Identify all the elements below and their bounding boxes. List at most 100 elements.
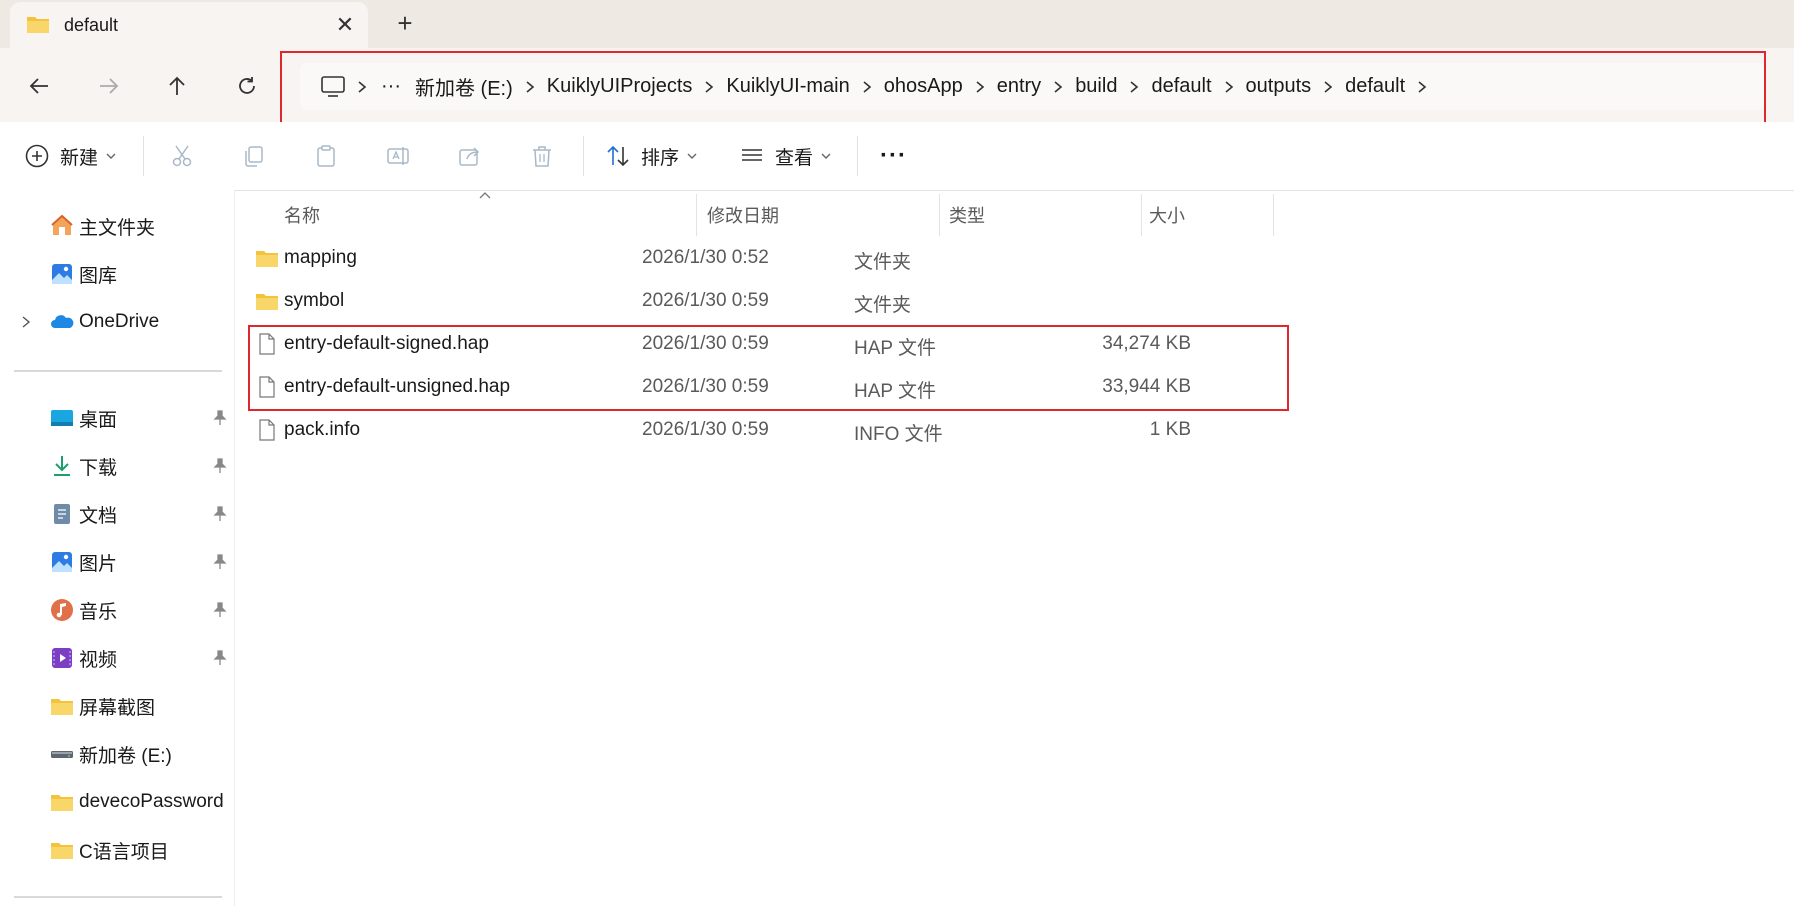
navigation-pane: 主文件夹 图库 OneDrive 桌面 下载 文档 图片 音乐 视频 屏幕截图 … <box>0 190 235 906</box>
column-divider[interactable] <box>939 194 940 236</box>
breadcrumb-item[interactable]: KuiklyUIProjects <box>546 75 694 98</box>
pin-icon[interactable] <box>212 554 228 570</box>
back-button[interactable] <box>22 69 56 103</box>
sidebar-item-label: OneDrive <box>79 311 160 332</box>
sort-ascending-icon <box>479 192 491 199</box>
file-modified: 2026/1/30 0:59 <box>642 290 769 311</box>
sidebar-item-screenshots[interactable]: 屏幕截图 <box>0 687 230 725</box>
breadcrumb-item[interactable]: default <box>1150 75 1212 98</box>
breadcrumb: ··· 新加卷 (E:) KuiklyUIProjects KuiklyUI-m… <box>300 63 1438 110</box>
breadcrumb-item[interactable]: ohosApp <box>883 75 964 98</box>
rename-button[interactable] <box>385 136 411 176</box>
file-size: 33,944 KB <box>1102 376 1191 397</box>
chevron-right-icon[interactable] <box>851 80 883 94</box>
sidebar-item-devecopassword[interactable]: devecoPassword <box>0 783 230 821</box>
up-button[interactable] <box>160 69 194 103</box>
file-list: 名称 修改日期 类型 大小 mapping 2026/1/30 0:52 文件夹… <box>235 190 1794 906</box>
list-view-icon <box>742 149 762 161</box>
file-name: entry-default-unsigned.hap <box>284 376 511 397</box>
tab-default[interactable]: default ✕ <box>10 2 368 48</box>
pin-icon[interactable] <box>212 602 228 618</box>
navigation-bar: ··· 新加卷 (E:) KuiklyUIProjects KuiklyUI-m… <box>0 48 1794 122</box>
chevron-right-icon[interactable] <box>1312 80 1344 94</box>
computer-icon[interactable] <box>320 75 346 99</box>
sort-button[interactable]: 排序 <box>605 136 697 176</box>
chevron-right-icon[interactable] <box>346 80 378 94</box>
column-header-modified[interactable]: 修改日期 <box>707 202 779 228</box>
pin-icon[interactable] <box>212 410 228 426</box>
plus-circle-icon <box>25 144 49 168</box>
view-button-label: 查看 <box>775 147 814 169</box>
chevron-right-icon[interactable] <box>1118 80 1150 94</box>
refresh-button[interactable] <box>230 69 264 103</box>
sidebar-item-downloads[interactable]: 下载 <box>0 447 230 485</box>
sidebar-item-label: 主文件夹 <box>79 217 156 239</box>
sidebar-item-drive-e[interactable]: 新加卷 (E:) <box>0 735 230 773</box>
file-row[interactable]: symbol 2026/1/30 0:59 文件夹 <box>255 281 1315 321</box>
share-button[interactable] <box>457 136 483 176</box>
file-icon <box>259 376 275 398</box>
sidebar-item-desktop[interactable]: 桌面 <box>0 399 230 437</box>
sidebar-item-label: 视频 <box>79 649 118 671</box>
chevron-right-icon[interactable] <box>514 80 546 94</box>
sidebar-item-label: 文档 <box>79 505 118 527</box>
copy-button[interactable] <box>241 136 267 176</box>
breadcrumb-overflow[interactable]: ··· <box>378 75 404 98</box>
new-tab-button[interactable]: + <box>390 8 420 38</box>
column-divider[interactable] <box>1141 194 1142 236</box>
breadcrumb-item[interactable]: 新加卷 (E:) <box>414 72 514 101</box>
pin-icon[interactable] <box>212 650 228 666</box>
sidebar-item-videos[interactable]: 视频 <box>0 639 230 677</box>
home-icon <box>51 214 73 235</box>
view-button[interactable]: 查看 <box>739 136 831 176</box>
chevron-right-icon[interactable] <box>964 80 996 94</box>
file-row[interactable]: pack.info 2026/1/30 0:59 INFO 文件 1 KB <box>255 410 1315 450</box>
new-button[interactable]: 新建 <box>24 136 116 176</box>
sidebar-item-home[interactable]: 主文件夹 <box>0 207 230 245</box>
column-divider[interactable] <box>1273 194 1274 236</box>
sidebar-item-c-projects[interactable]: C语言项目 <box>0 831 230 869</box>
breadcrumb-item[interactable]: KuiklyUI-main <box>725 75 850 98</box>
toolbar-divider <box>583 136 584 176</box>
sidebar-item-documents[interactable]: 文档 <box>0 495 230 533</box>
sidebar-item-music[interactable]: 音乐 <box>0 591 230 629</box>
new-button-label: 新建 <box>60 147 99 169</box>
download-icon <box>54 456 70 476</box>
file-name: mapping <box>284 247 357 268</box>
breadcrumb-item[interactable]: entry <box>996 75 1042 98</box>
forward-button[interactable] <box>92 69 126 103</box>
chevron-right-icon[interactable] <box>693 80 725 94</box>
column-divider[interactable] <box>696 194 697 236</box>
column-header-size[interactable]: 大小 <box>1149 202 1185 228</box>
address-bar[interactable]: ··· 新加卷 (E:) KuiklyUIProjects KuiklyUI-m… <box>300 63 1764 110</box>
file-row[interactable]: entry-default-unsigned.hap 2026/1/30 0:5… <box>255 367 1315 407</box>
close-tab-button[interactable]: ✕ <box>330 10 360 40</box>
file-size: 34,274 KB <box>1102 333 1191 354</box>
chevron-right-icon[interactable] <box>20 315 32 329</box>
sidebar-item-pictures[interactable]: 图片 <box>0 543 230 581</box>
breadcrumb-item[interactable]: outputs <box>1245 75 1313 98</box>
sidebar-item-label: 屏幕截图 <box>79 697 156 719</box>
cut-button[interactable] <box>169 136 195 176</box>
chevron-right-icon[interactable] <box>1042 80 1074 94</box>
pin-icon[interactable] <box>212 506 228 522</box>
more-options-button[interactable]: ··· <box>880 136 907 176</box>
chevron-right-icon[interactable] <box>1406 80 1438 94</box>
column-header-name[interactable]: 名称 <box>284 202 320 228</box>
file-row[interactable]: entry-default-signed.hap 2026/1/30 0:59 … <box>255 324 1315 364</box>
folder-icon <box>51 795 73 811</box>
chevron-right-icon[interactable] <box>1213 80 1245 94</box>
breadcrumb-item[interactable]: default <box>1344 75 1406 98</box>
delete-button[interactable] <box>529 136 555 176</box>
file-row[interactable]: mapping 2026/1/30 0:52 文件夹 <box>255 238 1315 278</box>
documents-icon <box>54 504 70 524</box>
sidebar-item-gallery[interactable]: 图库 <box>0 255 230 293</box>
breadcrumb-item[interactable]: build <box>1074 75 1118 98</box>
videos-icon <box>52 648 72 668</box>
rename-icon <box>387 147 409 165</box>
column-header-type[interactable]: 类型 <box>949 202 985 228</box>
pin-icon[interactable] <box>212 458 228 474</box>
paste-button[interactable] <box>313 136 339 176</box>
sidebar-item-onedrive[interactable]: OneDrive <box>0 303 230 341</box>
refresh-icon <box>239 77 255 94</box>
